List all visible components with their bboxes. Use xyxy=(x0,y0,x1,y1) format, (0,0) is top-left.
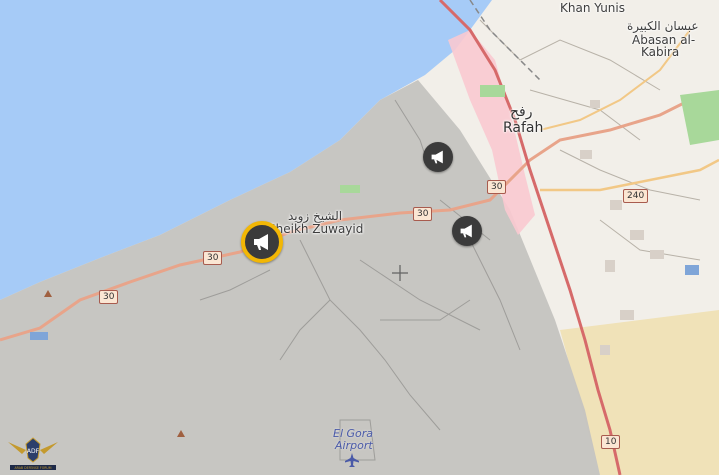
place-label-abasan-line2: Kabira xyxy=(641,45,680,59)
megaphone-icon xyxy=(254,234,268,250)
road-shield-10: 10 xyxy=(601,435,621,449)
place-label-khan-yunis: Khan Yunis xyxy=(560,1,625,15)
event-marker-east[interactable] xyxy=(452,216,482,246)
place-label-abasan-arabic: عبسان الكبيرة xyxy=(627,19,699,33)
road-shield-30-west: 30 xyxy=(99,290,119,304)
airport-label-line1: El Gora xyxy=(333,427,374,440)
road-shield-30-center: 30 xyxy=(413,207,433,221)
forum-logo: ADF ARAB DEFENSE FORUM xyxy=(8,437,58,470)
megaphone-icon xyxy=(460,224,472,238)
road-shield-30-east: 30 xyxy=(487,180,507,194)
place-label-sheikh: Sheikh Zuwayid xyxy=(268,222,364,236)
svg-text:ADF: ADF xyxy=(27,448,40,455)
event-marker-selected[interactable] xyxy=(241,221,283,263)
megaphone-icon xyxy=(431,150,443,164)
map-canvas[interactable]: Khan Yunis عبسان الكبيرة Abasan al- Kabi… xyxy=(0,0,719,475)
place-label-rafah: Rafah xyxy=(503,120,544,136)
crosshair-icon xyxy=(392,265,408,281)
place-label-rafah-arabic: رفح xyxy=(510,104,533,120)
road-shield-240: 240 xyxy=(623,189,649,203)
svg-text:ARAB DEFENSE FORUM: ARAB DEFENSE FORUM xyxy=(14,466,51,470)
road-shield-30-mid: 30 xyxy=(203,251,223,265)
airport-label-line2: Airport xyxy=(335,439,373,452)
place-label-sheikh-arabic: الشيخ زويد xyxy=(288,209,343,223)
map-layer xyxy=(0,0,719,475)
event-marker-north[interactable] xyxy=(423,142,453,172)
